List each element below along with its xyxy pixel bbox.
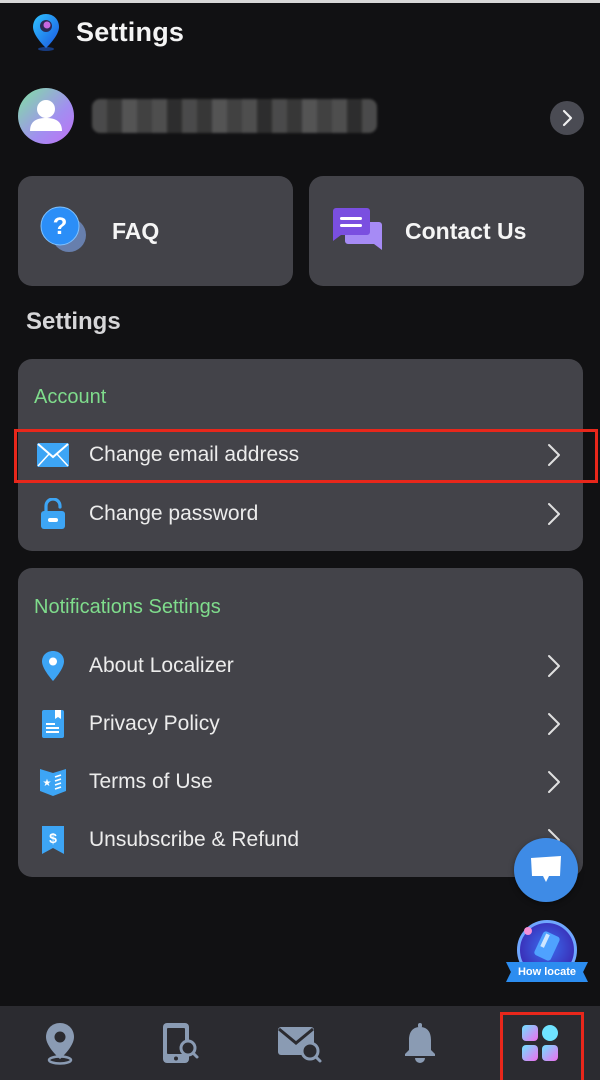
chevron-right-icon xyxy=(562,109,573,127)
contact-us-button[interactable]: Contact Us xyxy=(309,176,584,286)
chevron-right-icon xyxy=(548,503,560,525)
question-bubble-icon: ? xyxy=(40,206,86,252)
change-email-label: Change email address xyxy=(89,443,300,466)
group-title-notifications: Notifications Settings xyxy=(34,596,221,618)
quick-actions: ? FAQ Contact Us xyxy=(18,176,584,286)
unlock-icon xyxy=(35,496,71,532)
map-pin-icon xyxy=(46,1023,74,1065)
account-card: Account Change email address Change pass… xyxy=(18,359,583,551)
nav-mail-search[interactable] xyxy=(240,1006,360,1080)
svg-text:$: $ xyxy=(49,830,57,846)
nav-apps[interactable] xyxy=(480,1006,600,1080)
faq-label: FAQ xyxy=(112,217,160,244)
svg-text:?: ? xyxy=(53,213,68,240)
dollar-bookmark-icon: $ xyxy=(35,822,71,858)
page-title: Settings xyxy=(76,16,185,47)
location-pin-icon xyxy=(35,648,71,684)
status-bar-edge xyxy=(0,0,600,3)
bell-icon xyxy=(405,1023,435,1063)
map-pin-logo-icon xyxy=(30,12,62,52)
about-localizer-row[interactable]: About Localizer xyxy=(18,640,583,692)
svg-text:★: ★ xyxy=(43,778,52,789)
terms-of-use-label: Terms of Use xyxy=(89,770,213,793)
bottom-nav xyxy=(0,1006,600,1080)
chat-icon xyxy=(531,856,561,882)
document-icon xyxy=(35,706,71,742)
unsubscribe-refund-label: Unsubscribe & Refund xyxy=(89,828,300,851)
envelope-icon xyxy=(35,437,71,473)
username-redacted xyxy=(92,99,377,133)
terms-of-use-row[interactable]: ★ Terms of Use xyxy=(18,756,583,808)
chevron-right-icon xyxy=(548,771,560,793)
phone-search-icon xyxy=(163,1023,199,1063)
mail-search-icon xyxy=(278,1027,322,1063)
change-email-row[interactable]: Change email address xyxy=(18,429,583,481)
nav-locate[interactable] xyxy=(0,1006,120,1080)
header: Settings xyxy=(30,12,184,52)
about-localizer-label: About Localizer xyxy=(89,654,234,677)
avatar xyxy=(18,88,74,144)
how-locate-label: How locate xyxy=(506,962,588,982)
chat-bubbles-icon xyxy=(333,208,382,250)
user-icon xyxy=(30,100,62,131)
change-password-label: Change password xyxy=(89,502,259,525)
apps-grid-icon xyxy=(522,1025,558,1061)
settings-screen: Settings ? FAQ Contact Us Settings Accou… xyxy=(0,0,600,1080)
book-icon: ★ xyxy=(35,764,71,800)
privacy-policy-row[interactable]: Privacy Policy xyxy=(18,698,583,750)
notifications-card: Notifications Settings About Localizer P… xyxy=(18,568,583,877)
faq-button[interactable]: ? FAQ xyxy=(18,176,293,286)
how-locate-button[interactable]: How locate xyxy=(506,918,588,988)
group-title-account: Account xyxy=(34,386,107,408)
privacy-policy-label: Privacy Policy xyxy=(89,712,220,735)
chevron-right-icon xyxy=(548,444,560,466)
profile-row[interactable] xyxy=(18,86,588,146)
section-title: Settings xyxy=(26,308,121,335)
unsubscribe-refund-row[interactable]: $ Unsubscribe & Refund xyxy=(18,814,583,866)
nav-notifications[interactable] xyxy=(360,1006,480,1080)
profile-chevron-button[interactable] xyxy=(550,101,584,135)
chat-support-button[interactable] xyxy=(514,838,578,902)
chevron-right-icon xyxy=(548,713,560,735)
nav-phone-search[interactable] xyxy=(120,1006,240,1080)
change-password-row[interactable]: Change password xyxy=(18,488,583,540)
chevron-right-icon xyxy=(548,655,560,677)
contact-us-label: Contact Us xyxy=(405,217,527,244)
